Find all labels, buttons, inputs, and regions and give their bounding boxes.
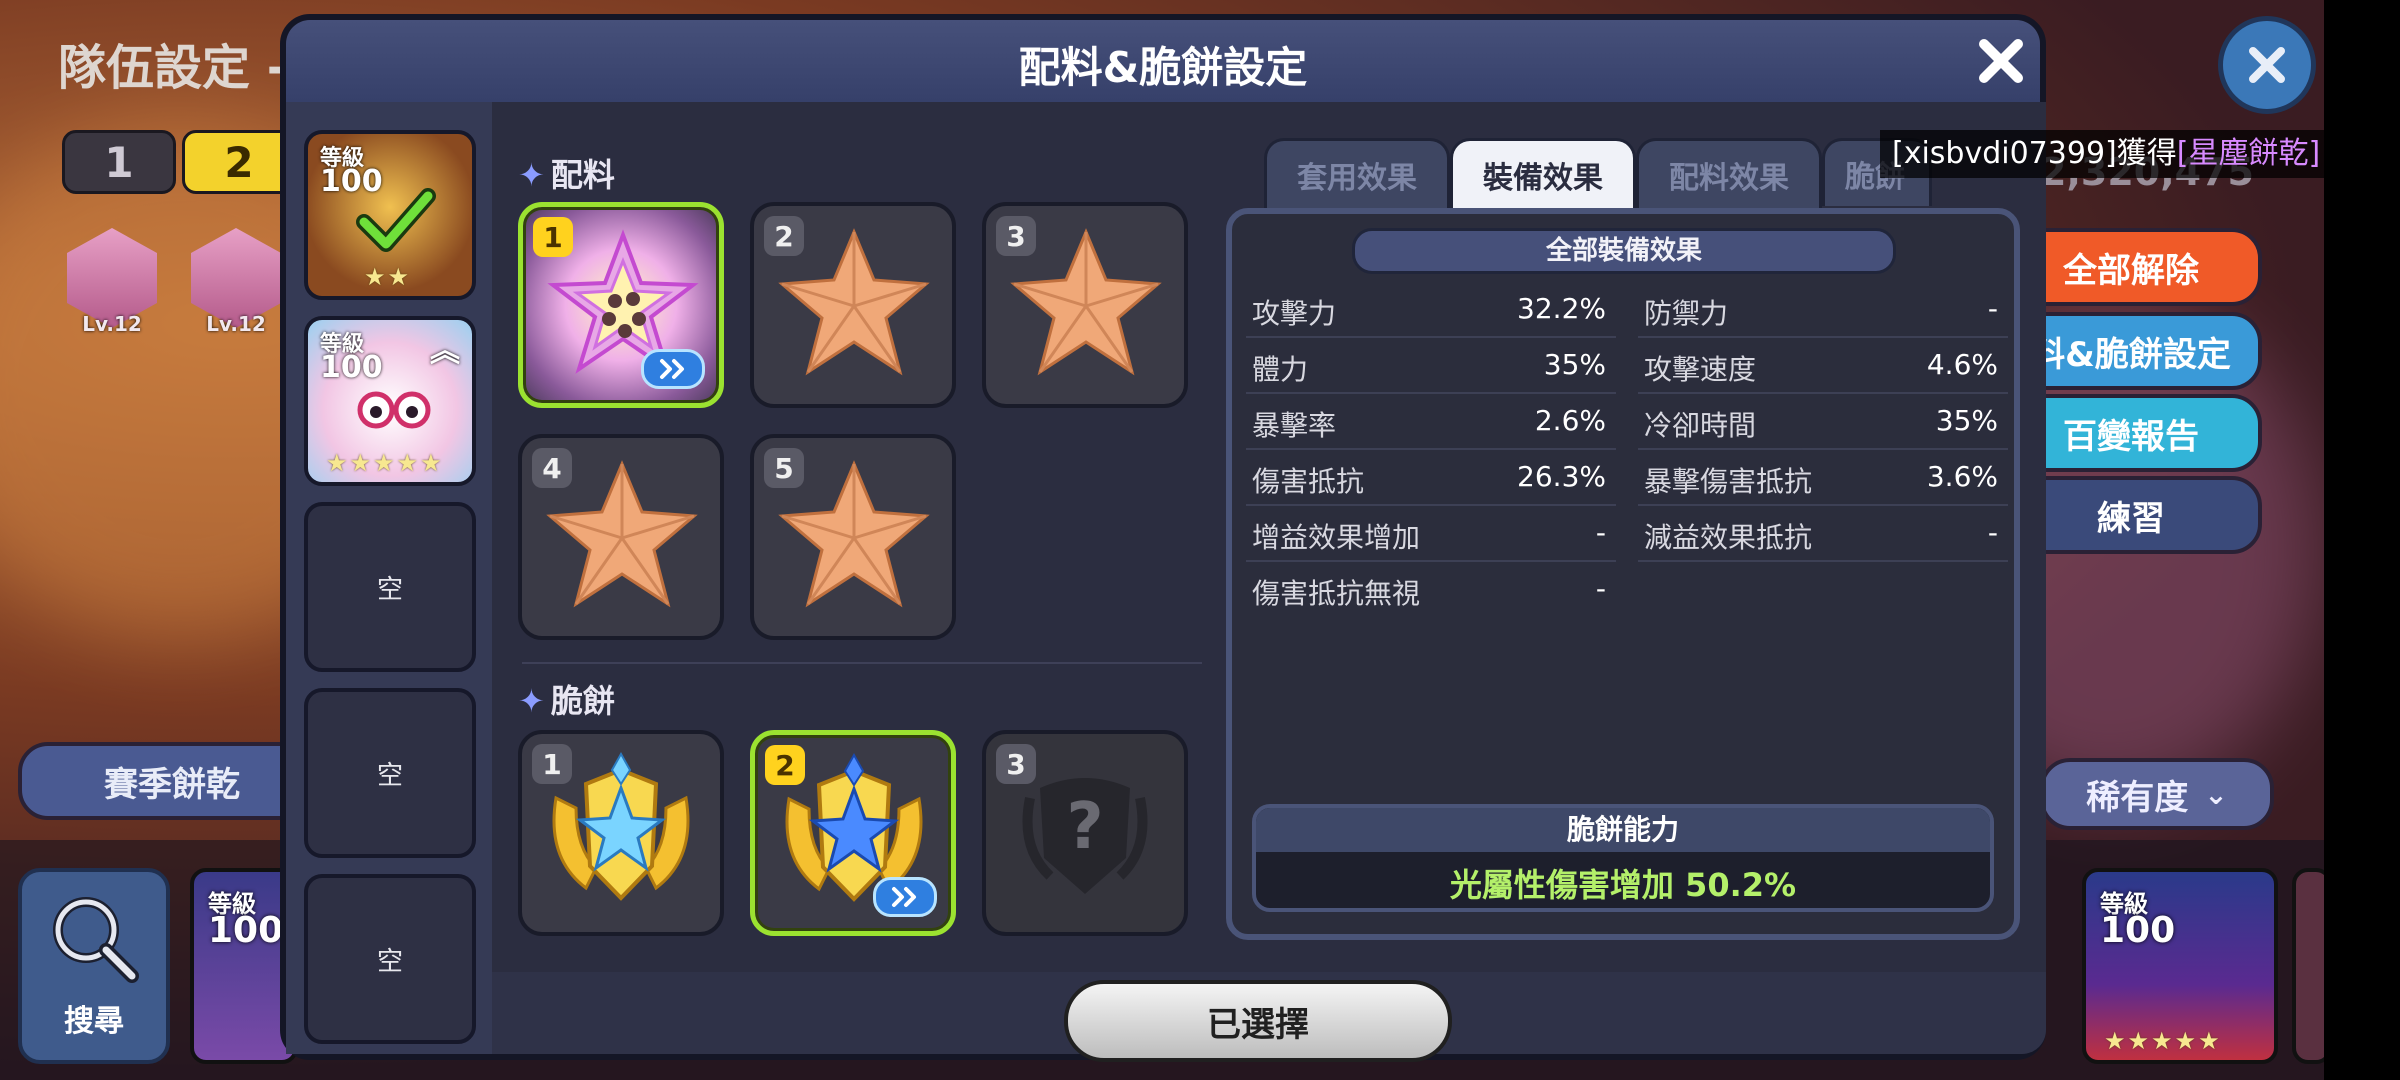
sparkle-icon: ✦	[518, 682, 545, 720]
toppings-heading: ✦ 配料	[518, 150, 615, 196]
tab-applied-effects[interactable]: 套用效果	[1264, 138, 1450, 209]
team-tab-1[interactable]: 1	[62, 130, 176, 194]
close-icon[interactable]	[1974, 34, 2028, 88]
chevron-down-icon: ⌄	[2204, 777, 2228, 811]
section-divider	[522, 662, 1202, 664]
notification-item: [星塵餅乾]	[2176, 136, 2321, 171]
upgrade-icon[interactable]	[641, 349, 705, 389]
slot-number: 3	[996, 744, 1036, 784]
topping-slot-5[interactable]: 5	[750, 434, 956, 640]
slot-number: 1	[533, 217, 573, 257]
tart-ability-value: 光屬性傷害增加 50.2%	[1449, 866, 1797, 904]
cookie-selector-column: 等級 100 ★ ★ 等級 100 ︽ ★ ★ ★ ★ ★ 空 空 空	[286, 102, 492, 1054]
stat-row: 傷害抵抗無視 -	[1252, 572, 1606, 610]
sort-dropdown[interactable]: 稀有度 ⌄	[2040, 758, 2274, 830]
acquire-notification: [xisbvdi07399]獲得[星塵餅乾]	[1880, 130, 2333, 178]
cookie-portrait	[357, 391, 431, 429]
stat-row: 傷害抵抗 26.3%	[1246, 452, 1616, 506]
cookie-slot-1[interactable]: 等級 100 ★ ★	[304, 130, 476, 300]
stat-row: 冷卻時間 35%	[1638, 396, 2008, 450]
treasure-slot[interactable]: Lv.12	[62, 228, 162, 338]
upgrade-icon[interactable]	[873, 877, 937, 917]
stat-row: 暴擊率 2.6%	[1246, 396, 1616, 450]
treasure-level: Lv.12	[206, 312, 266, 336]
tab-equip-effects[interactable]: 裝備效果	[1450, 138, 1636, 209]
tab-topping-effects[interactable]: 配料效果	[1636, 138, 1822, 209]
cookie-slot-empty[interactable]: 空	[304, 874, 476, 1044]
tart-slot-3-locked[interactable]: ? 3	[982, 730, 1188, 936]
cookie-card[interactable]: 等級 100 ★ ★ ★ ★ ★	[2082, 868, 2278, 1064]
cookie-slot-2[interactable]: 等級 100 ︽ ★ ★ ★ ★ ★	[304, 316, 476, 486]
cookie-slot-empty[interactable]: 空	[304, 688, 476, 858]
stat-row: 攻擊速度 4.6%	[1638, 340, 2008, 394]
slot-number: 3	[996, 216, 1036, 256]
star-rating: ★ ★ ★ ★ ★	[2104, 1027, 2220, 1055]
search-icon	[53, 897, 139, 983]
search-button[interactable]: 搜尋	[18, 868, 170, 1064]
checkmark-icon	[356, 188, 436, 252]
topping-slot-3[interactable]: 3	[982, 202, 1188, 408]
tart-ability-box: 脆餅能力 光屬性傷害增加 50.2%	[1252, 804, 1994, 912]
selected-button[interactable]: 已選擇	[1064, 980, 1452, 1062]
stat-row: 攻擊力 32.2%	[1246, 284, 1616, 338]
stat-row: 體力 35%	[1246, 340, 1616, 394]
toppings-label: 配料	[550, 156, 615, 194]
search-label: 搜尋	[64, 1004, 124, 1039]
tart-slot-2[interactable]: 2	[750, 730, 956, 936]
topping-slot-4[interactable]: 4	[518, 434, 724, 640]
team-tab-2[interactable]: 2	[182, 130, 296, 194]
topping-slot-2[interactable]: 2	[750, 202, 956, 408]
topping-slot-1[interactable]: 1	[518, 202, 724, 408]
stat-row: 增益效果增加 -	[1246, 508, 1616, 562]
slot-number: 2	[765, 745, 805, 785]
star-rating: ★ ★	[364, 263, 410, 291]
slot-number: 5	[764, 448, 804, 488]
topping-tart-modal: 配料&脆餅設定 等級 100 ★★ 等級 100 ︽ ★★★★★ 空	[280, 14, 2046, 1062]
cookie-slot-empty[interactable]: 空	[304, 502, 476, 672]
cookie-level: 100	[208, 910, 284, 951]
cookie-card[interactable]	[2292, 868, 2324, 1064]
stat-row: 暴擊傷害抵抗 3.6%	[1638, 452, 2008, 506]
star-rating: ★ ★ ★ ★ ★	[326, 449, 442, 477]
slot-number: 2	[764, 216, 804, 256]
modal-content: ✦ 配料 1 2 3 4 5 ✦ 脆餅 1 2 ? 3 套用效果 裝備效果 配料…	[492, 102, 2046, 972]
tarts-label: 脆餅	[550, 682, 615, 720]
rank-up-icon: ︽	[430, 334, 460, 369]
stats-title: 全部裝備效果	[1352, 228, 1896, 274]
modal-header: 配料&脆餅設定	[286, 20, 2040, 102]
sparkle-icon: ✦	[518, 156, 545, 194]
stat-row: 減益效果抵抗 -	[1638, 508, 2008, 562]
unknown-symbol: ?	[1066, 790, 1104, 864]
team-setting-title: 隊伍設定 -	[58, 40, 287, 96]
stat-row: 防禦力 -	[1638, 284, 2008, 338]
treasure-level: Lv.12	[82, 312, 142, 336]
equip-effects-panel: 全部裝備效果 攻擊力 32.2% 防禦力 - 體力 35% 攻擊速度 4.6% 暴擊率 2…	[1226, 208, 2020, 940]
slot-number: 1	[532, 744, 572, 784]
tart-ability-title: 脆餅能力	[1256, 808, 1990, 852]
tarts-heading: ✦ 脆餅	[518, 676, 615, 722]
slot-number: 4	[532, 448, 572, 488]
tart-slot-1[interactable]: 1	[518, 730, 724, 936]
close-icon[interactable]	[2218, 16, 2316, 114]
sort-label: 稀有度	[2086, 777, 2189, 818]
modal-title: 配料&脆餅設定	[1018, 43, 1308, 92]
treasure-slot[interactable]: Lv.12	[186, 228, 286, 338]
cookie-level: 100	[2100, 910, 2176, 951]
modal-footer: 已選擇	[492, 972, 2046, 1062]
notification-text: [xisbvdi07399]獲得	[1892, 136, 2177, 171]
device-edge	[2324, 0, 2400, 1080]
